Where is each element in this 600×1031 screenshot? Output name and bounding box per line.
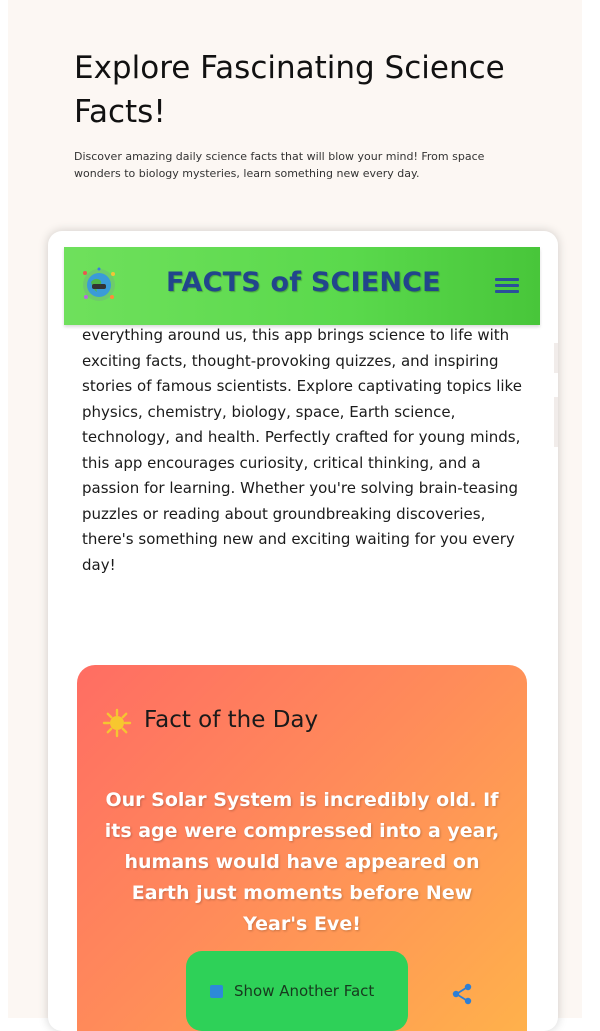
app-header: FACTS of SCIENCE <box>64 247 540 325</box>
page-description: Discover amazing daily science facts tha… <box>74 150 485 180</box>
page-title: Explore Fascinating Science Facts! <box>74 50 505 130</box>
fact-heading: Fact of the Day <box>144 707 319 733</box>
show-another-fact-label: Show Another Fact <box>234 982 375 1000</box>
fact-text: Our Solar System is incredibly old. If i… <box>104 789 500 935</box>
scrollbar-notch <box>554 343 558 373</box>
show-another-fact-button[interactable]: Show Another Fact <box>186 951 408 1031</box>
intro-paragraph: everything around us, this app brings sc… <box>82 326 522 574</box>
app-preview-frame: FACTS of SCIENCE everything around us, t… <box>48 231 558 1031</box>
hamburger-menu-icon[interactable] <box>492 273 522 299</box>
sun-icon <box>102 708 132 738</box>
page-background: Explore Fascinating Science Facts! Disco… <box>8 0 582 1031</box>
share-icon[interactable] <box>449 981 475 1007</box>
refresh-icon <box>210 985 223 998</box>
scrollbar-notch <box>554 397 558 447</box>
earth-globe-icon <box>83 267 115 301</box>
fact-of-the-day-card: Fact of the Day Our Solar System is incr… <box>77 665 527 1031</box>
app-title: FACTS of SCIENCE <box>166 267 441 298</box>
